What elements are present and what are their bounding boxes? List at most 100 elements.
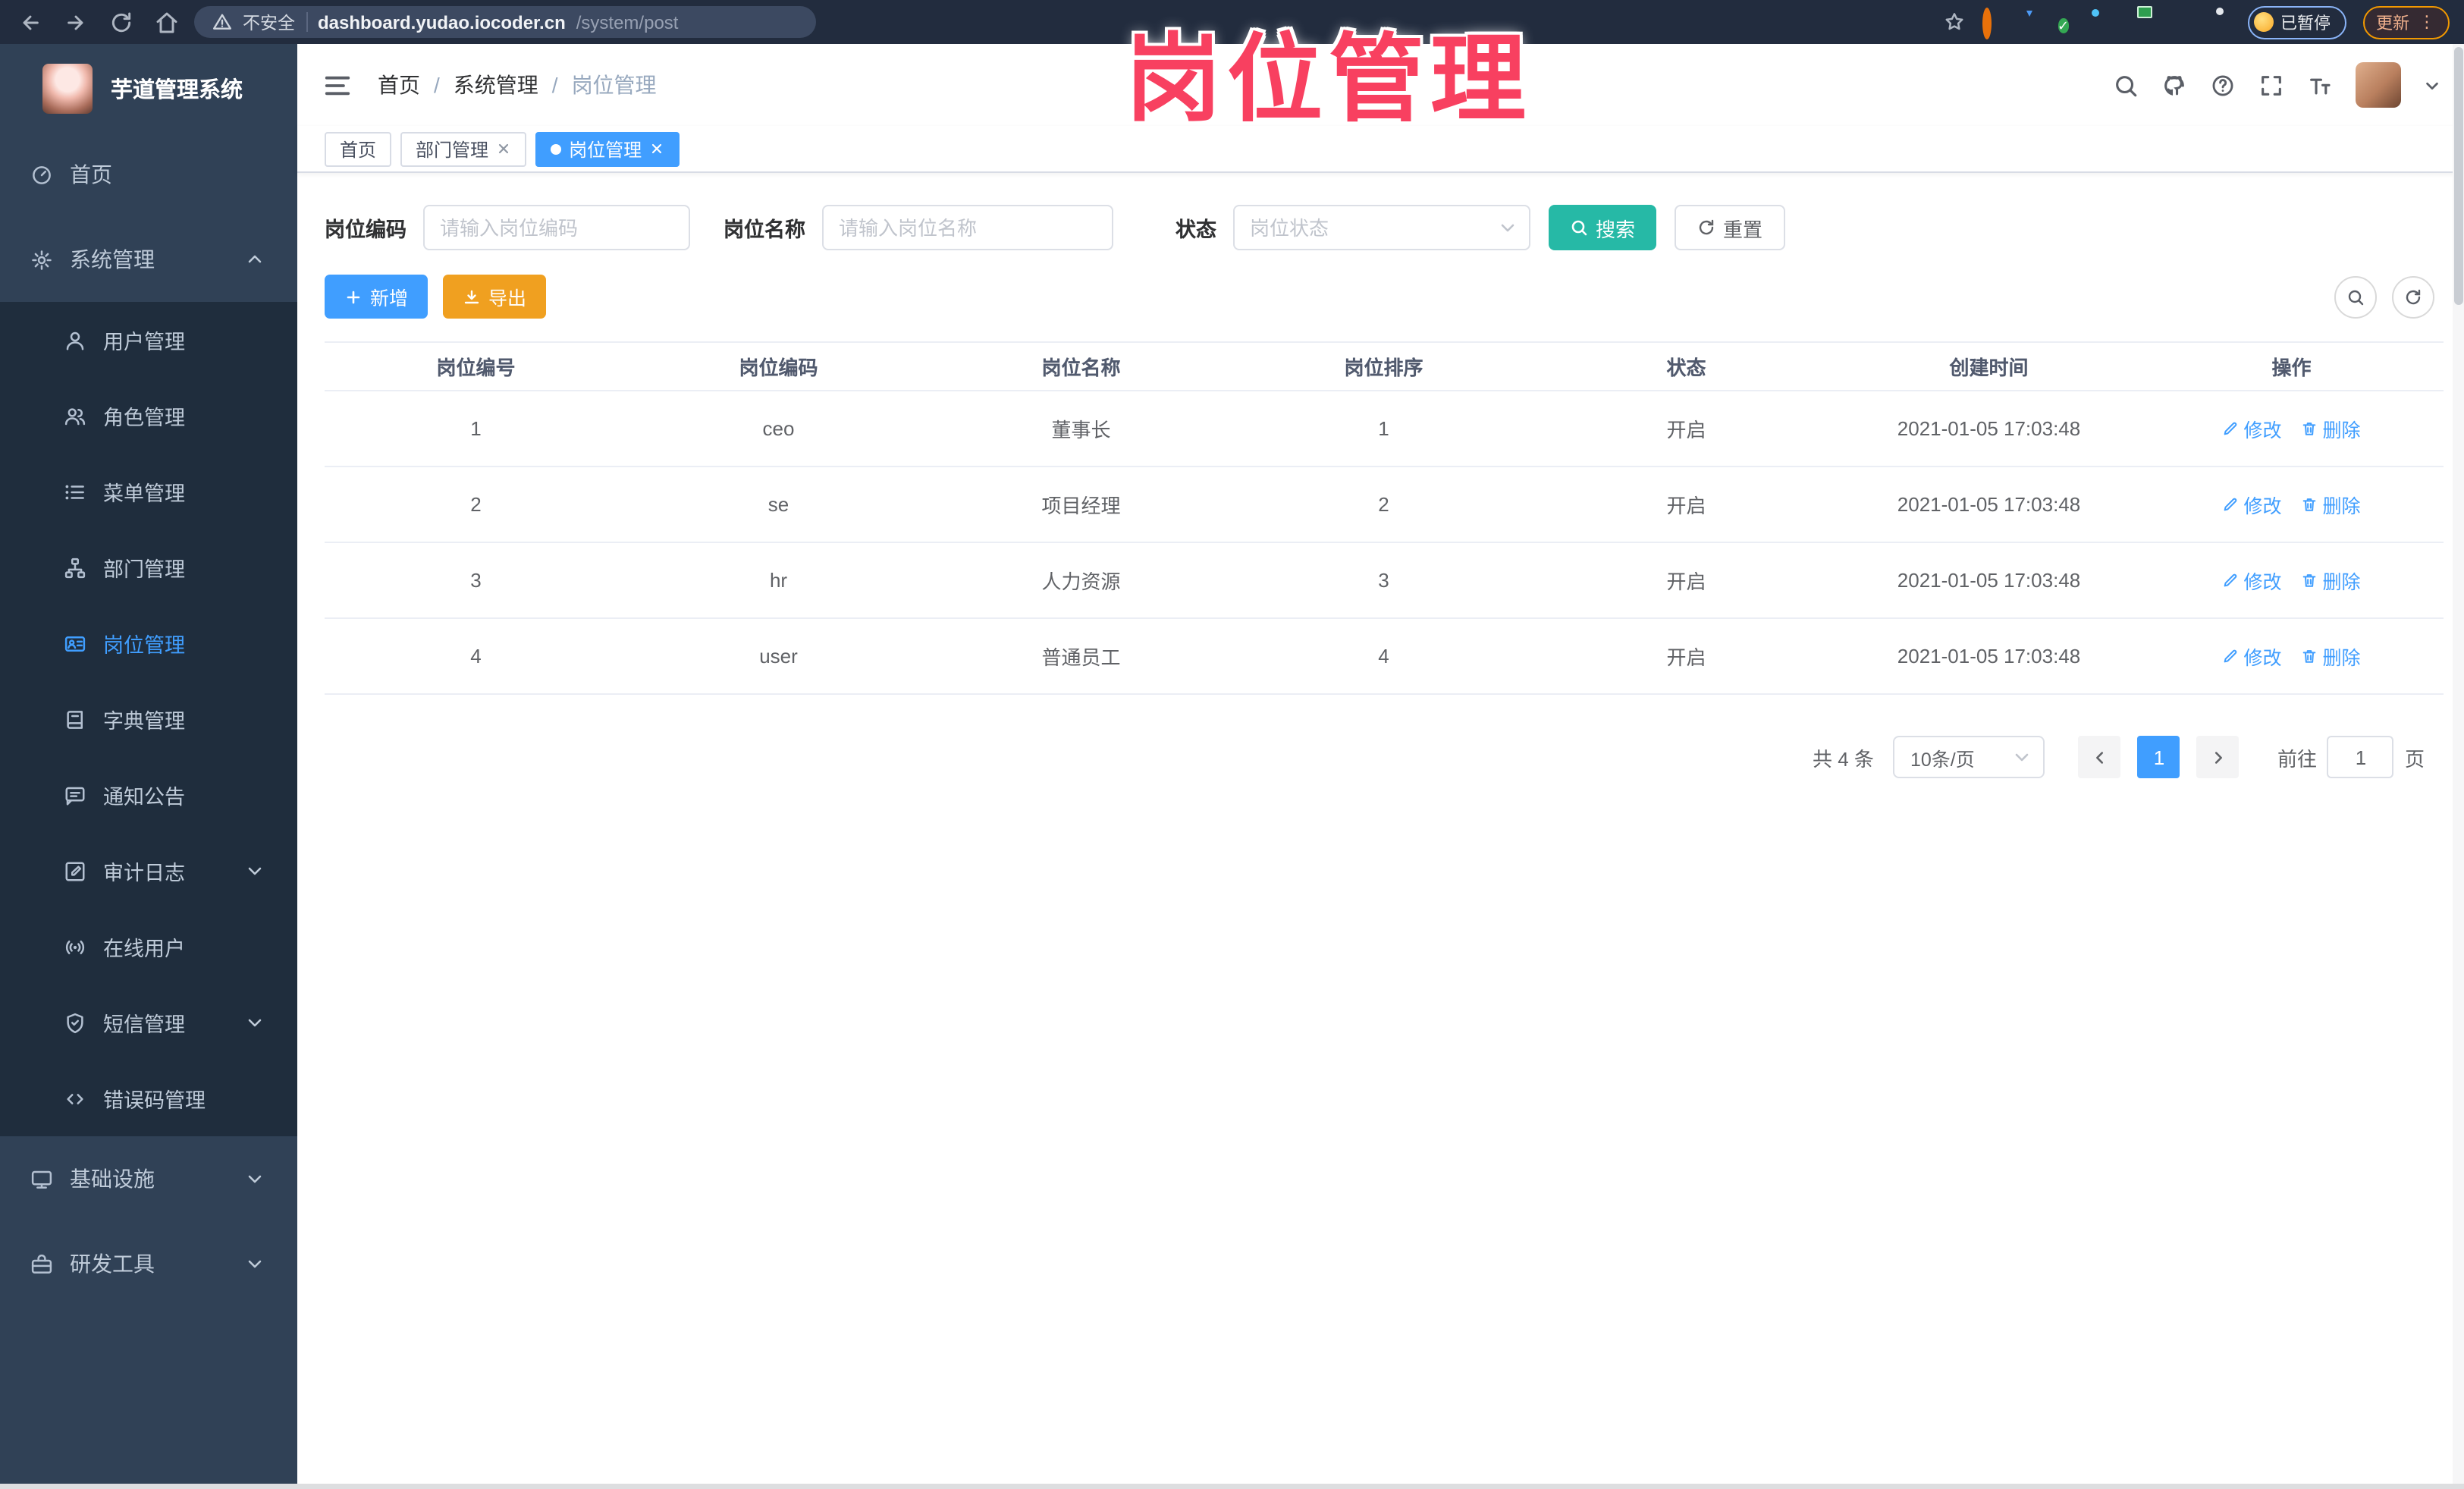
page-scrollbar[interactable] — [2452, 44, 2464, 1489]
sidebar-item-研发工具[interactable]: 研发工具 — [0, 1221, 297, 1306]
paused-extension-pill[interactable]: 已暂停 — [2247, 5, 2346, 39]
sidebar-item-短信管理[interactable]: 短信管理 — [0, 985, 297, 1060]
browser-update-button[interactable]: 更新 ⋮ — [2362, 5, 2449, 39]
tab-首页[interactable]: 首页 — [325, 131, 392, 166]
url-path[interactable]: /system/post — [576, 11, 679, 33]
posts-table: 岗位编号 岗位编码 岗位名称 岗位排序 状态 创建时间 操作 1 ceo 董事长 1 开启 … — [325, 341, 2443, 695]
column-header: 岗位名称 — [1041, 357, 1121, 379]
search-icon[interactable] — [2112, 72, 2138, 98]
sidebar-item-label: 首页 — [70, 162, 112, 187]
chevron-down-icon — [246, 862, 264, 880]
pagination: 共 4 条 1 前往 页 — [325, 736, 2443, 778]
book-icon — [64, 708, 86, 730]
goto-label: 前往 — [2277, 747, 2317, 770]
refresh-button[interactable] — [2391, 275, 2434, 318]
prev-page-button[interactable] — [2078, 736, 2121, 778]
tab-部门管理[interactable]: 部门管理 — [400, 131, 527, 166]
sidebar-item-错误码管理[interactable]: 错误码管理 — [0, 1060, 297, 1136]
post-name-input[interactable] — [822, 205, 1113, 250]
sidebar-item-岗位管理[interactable]: 岗位管理 — [0, 605, 297, 681]
extension-leaf-icon[interactable] — [2171, 11, 2192, 33]
browser-menu-dots-icon[interactable]: ⋮ — [2418, 14, 2435, 30]
toggle-search-button[interactable] — [2334, 275, 2376, 318]
extension-pin-icon[interactable] — [2020, 11, 2041, 33]
sidebar-item-审计日志[interactable]: 审计日志 — [0, 833, 297, 909]
post-code-input[interactable] — [423, 205, 690, 250]
scrollbar-thumb[interactable] — [2453, 47, 2462, 305]
reset-button[interactable]: 重置 — [1675, 205, 1786, 250]
next-page-button[interactable] — [2196, 736, 2240, 778]
browser-back-icon[interactable] — [18, 10, 42, 34]
user-avatar[interactable] — [2355, 62, 2400, 108]
export-button[interactable]: 导出 — [443, 275, 547, 319]
extension-check-icon[interactable]: ✓ — [2058, 11, 2079, 33]
delete-link[interactable]: 删除 — [2302, 642, 2361, 671]
edit-link[interactable]: 修改 — [2222, 642, 2282, 671]
url-host[interactable]: dashboard.yudao.iocoder.cn — [318, 11, 566, 33]
cell-post-sort: 2 — [1378, 493, 1389, 516]
help-icon[interactable] — [2209, 72, 2235, 98]
chevron-down-icon[interactable] — [2423, 77, 2440, 93]
sidebar-item-label: 短信管理 — [103, 1013, 185, 1036]
add-button[interactable]: 新增 — [325, 275, 428, 319]
breadcrumb-separator: / — [434, 73, 440, 97]
delete-link[interactable]: 删除 — [2302, 490, 2361, 519]
close-icon[interactable] — [649, 141, 664, 156]
sidebar-item-在线用户[interactable]: 在线用户 — [0, 909, 297, 985]
address-bar[interactable]: 不安全 dashboard.yudao.iocoder.cn/system/po… — [194, 6, 816, 38]
extension-donut-icon[interactable] — [1982, 7, 2003, 39]
user-icon — [64, 328, 86, 351]
edit-link[interactable]: 修改 — [2222, 566, 2282, 595]
browser-forward-icon[interactable] — [64, 10, 88, 34]
extensions-puzzle-icon[interactable] — [2209, 11, 2230, 33]
cell-post-sort: 1 — [1378, 417, 1389, 440]
sidebar-item-角色管理[interactable]: 角色管理 — [0, 378, 297, 454]
sidebar-item-通知公告[interactable]: 通知公告 — [0, 757, 297, 833]
goto-page-input[interactable] — [2327, 736, 2394, 778]
table-row: 1 ceo 董事长 1 开启 2021-01-05 17:03:48 修改 删除 — [325, 391, 2443, 467]
edit-link[interactable]: 修改 — [2222, 414, 2282, 443]
bookmark-star-icon[interactable] — [1942, 11, 1965, 33]
code-icon — [64, 1087, 86, 1110]
sidebar-item-用户管理[interactable]: 用户管理 — [0, 302, 297, 378]
sidebar-item-字典管理[interactable]: 字典管理 — [0, 681, 297, 757]
breadcrumb-home[interactable]: 首页 — [378, 70, 420, 100]
page-size-select[interactable] — [1893, 736, 2045, 778]
sidebar-item-首页[interactable]: 首页 — [0, 132, 297, 217]
sidebar-item-部门管理[interactable]: 部门管理 — [0, 529, 297, 605]
extension-gtm-icon[interactable] — [2133, 11, 2155, 33]
browser-reload-icon[interactable] — [109, 10, 133, 34]
edit-link[interactable]: 修改 — [2222, 490, 2282, 519]
update-label: 更新 — [2376, 14, 2409, 33]
badge-icon — [64, 632, 86, 655]
omnibox-divider — [306, 12, 307, 32]
delete-link[interactable]: 删除 — [2302, 566, 2361, 595]
column-header: 状态 — [1666, 357, 1706, 379]
close-icon[interactable] — [496, 141, 511, 156]
post-code-label: 岗位编码 — [325, 218, 406, 241]
page-number-1[interactable]: 1 — [2137, 736, 2180, 778]
search-button[interactable]: 搜索 — [1549, 205, 1657, 250]
sidebar-item-label: 审计日志 — [103, 862, 185, 884]
delete-link[interactable]: 删除 — [2302, 414, 2361, 443]
sidebar-item-系统管理[interactable]: 系统管理 — [0, 217, 297, 302]
security-label[interactable]: 不安全 — [243, 10, 295, 34]
github-icon[interactable] — [2161, 72, 2186, 98]
extension-tag-icon[interactable] — [2095, 11, 2117, 33]
status-select[interactable] — [1233, 205, 1530, 250]
breadcrumb-system[interactable]: 系统管理 — [454, 70, 538, 100]
fullscreen-icon[interactable] — [2258, 72, 2284, 98]
font-size-icon[interactable] — [2306, 72, 2332, 98]
column-header: 岗位编号 — [436, 357, 516, 379]
sidebar-item-基础设施[interactable]: 基础设施 — [0, 1136, 297, 1221]
main-area: 首页 / 系统管理 / 岗位管理 首页 部门管理 岗位管理 岗位编码 请输入岗位… — [297, 44, 2464, 1489]
sidebar-logo-row[interactable]: 芋道管理系统 — [0, 44, 297, 132]
column-header: 岗位编码 — [739, 357, 818, 379]
hamburger-icon[interactable] — [323, 71, 352, 99]
cell-post-id: 1 — [470, 417, 482, 440]
monitor-icon — [30, 1167, 53, 1190]
insecure-warning-icon[interactable] — [212, 12, 232, 32]
sidebar-item-菜单管理[interactable]: 菜单管理 — [0, 454, 297, 529]
browser-home-icon[interactable] — [155, 10, 179, 34]
tab-岗位管理[interactable]: 岗位管理 — [535, 131, 680, 166]
